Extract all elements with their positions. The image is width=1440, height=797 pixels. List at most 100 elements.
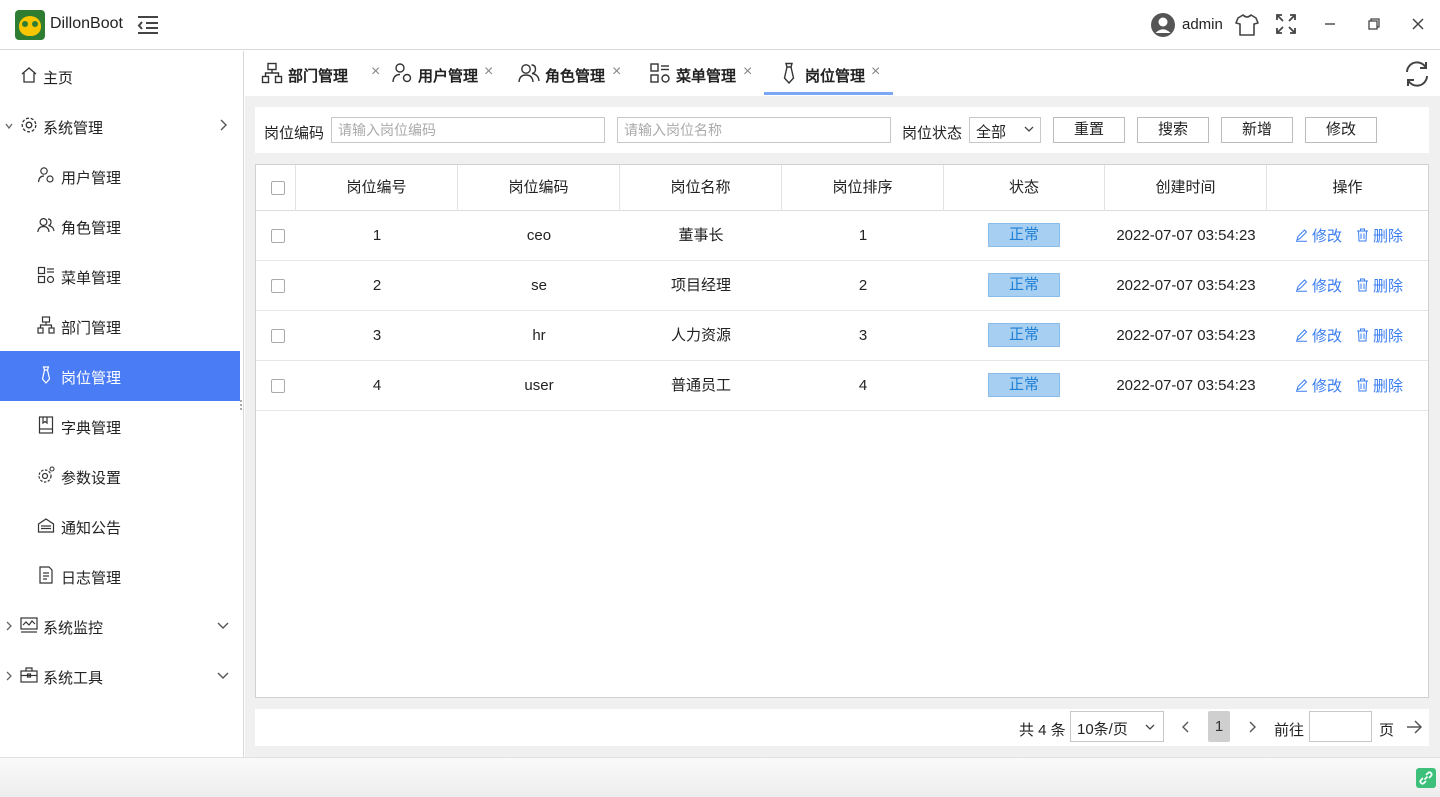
tab-close-icon[interactable]: × <box>484 64 496 80</box>
user-gear-icon <box>392 63 412 83</box>
table-row: 1 ceo 董事长 1 正常 2022-07-07 03:54:23 修改 删除 <box>256 211 1428 261</box>
delete-label: 删除 <box>1373 228 1404 245</box>
log-file-icon <box>39 566 53 584</box>
cell-post-sort: 1 <box>858 227 868 244</box>
sidebar-item-dict[interactable]: 字典管理 <box>0 401 240 451</box>
reset-button[interactable]: 重置 <box>1053 117 1125 143</box>
post-name-input[interactable] <box>617 117 891 143</box>
trash-icon <box>1357 378 1368 392</box>
table-row: 4 user 普通员工 4 正常 2022-07-07 03:54:23 修改 … <box>256 361 1428 411</box>
row-checkbox[interactable] <box>271 329 285 343</box>
row-checkbox[interactable] <box>271 229 285 243</box>
sidebar-item-depts[interactable]: 部门管理 <box>0 301 240 351</box>
tab-depts[interactable]: 部门管理 × <box>261 51 380 95</box>
sidebar-item-label: 字典管理 <box>61 420 122 437</box>
users-icon <box>37 217 55 233</box>
status-badge: 正常 <box>988 373 1060 397</box>
row-checkbox[interactable] <box>271 379 285 393</box>
chevron-down-icon <box>5 123 13 130</box>
sidebar-item-label: 用户管理 <box>61 170 122 187</box>
tab-close-icon[interactable]: × <box>371 64 383 80</box>
delete-label: 删除 <box>1373 378 1404 395</box>
cell-post-name: 普通员工 <box>670 377 731 394</box>
tab-roles[interactable]: 角色管理 × <box>518 51 633 95</box>
tab-menus[interactable]: 菜单管理 × <box>649 51 764 95</box>
cell-post-id: 3 <box>372 327 382 344</box>
chevron-down-icon <box>217 672 229 679</box>
total-count: 共 4 条 <box>1019 722 1066 739</box>
status-badge: 正常 <box>988 323 1060 347</box>
search-button[interactable]: 搜索 <box>1137 117 1209 143</box>
sidebar-item-system[interactable]: 系统管理 <box>0 101 240 151</box>
sidebar-item-roles[interactable]: 角色管理 <box>0 201 240 251</box>
row-delete-link[interactable]: 删除 <box>1356 225 1403 246</box>
sidebar-item-label: 系统监控 <box>43 620 104 637</box>
app-name: DillonBoot <box>50 15 123 32</box>
tab-posts[interactable]: 岗位管理 × <box>764 51 893 95</box>
prev-page-icon[interactable] <box>1179 719 1193 735</box>
cell-post-code: se <box>531 277 547 294</box>
edit-label: 修改 <box>1312 228 1343 245</box>
sidebar-resize-handle[interactable] <box>239 398 243 412</box>
row-delete-link[interactable]: 删除 <box>1356 325 1403 346</box>
refresh-icon[interactable] <box>1402 59 1432 89</box>
edit-button[interactable]: 修改 <box>1305 117 1377 143</box>
toolbox-icon <box>20 667 38 683</box>
next-page-icon[interactable] <box>1245 719 1259 735</box>
sidebar-item-posts[interactable]: 岗位管理 <box>0 351 240 401</box>
menu-grid-icon <box>37 266 55 284</box>
minimize-icon[interactable] <box>1320 12 1340 36</box>
row-delete-link[interactable]: 删除 <box>1356 275 1403 296</box>
sidebar-item-monitor[interactable]: 系统监控 <box>0 601 240 651</box>
header-post-name: 岗位名称 <box>620 165 782 211</box>
page-size-select[interactable]: 10条/页 <box>1070 711 1164 742</box>
restore-icon[interactable] <box>1364 12 1384 36</box>
sidebar-item-notice[interactable]: 通知公告 <box>0 501 240 551</box>
sidebar-item-home[interactable]: 主页 <box>0 51 240 101</box>
row-delete-link[interactable]: 删除 <box>1356 375 1403 396</box>
menu-collapse-icon[interactable] <box>135 12 161 38</box>
row-checkbox[interactable] <box>271 279 285 293</box>
app-logo <box>15 10 45 40</box>
goto-page-input[interactable] <box>1309 711 1372 742</box>
post-status-select[interactable]: 全部 <box>969 117 1041 143</box>
theme-shirt-icon[interactable] <box>1234 12 1260 38</box>
gear-icon <box>21 117 37 133</box>
sidebar-item-logs[interactable]: 日志管理 <box>0 551 240 601</box>
add-button[interactable]: 新增 <box>1221 117 1293 143</box>
footer <box>0 757 1440 797</box>
user-name[interactable]: admin <box>1182 16 1223 33</box>
row-edit-link[interactable]: 修改 <box>1295 225 1342 246</box>
sidebar-item-params[interactable]: 参数设置 <box>0 451 240 501</box>
tab-users[interactable]: 用户管理 × <box>391 51 506 95</box>
post-table: 岗位编号 岗位编码 岗位名称 岗位排序 状态 创建时间 操作 1 ceo 董事长… <box>255 164 1429 698</box>
sidebar-item-menus[interactable]: 菜单管理 <box>0 251 240 301</box>
sidebar: 主页 系统管理 用户管理 角色管理 菜单管理 部门管理 岗位管理 字典管理 参数… <box>0 51 244 757</box>
row-edit-link[interactable]: 修改 <box>1295 325 1342 346</box>
arrow-right-icon[interactable] <box>1405 718 1423 736</box>
chevron-right-icon <box>6 621 12 631</box>
select-all-checkbox[interactable] <box>271 181 285 195</box>
row-edit-link[interactable]: 修改 <box>1295 275 1342 296</box>
goto-label: 前往 <box>1274 722 1305 739</box>
edit-label: 修改 <box>1312 378 1343 395</box>
cell-post-sort: 2 <box>858 277 868 294</box>
post-code-input[interactable] <box>331 117 605 143</box>
user-avatar-icon[interactable] <box>1150 12 1176 38</box>
chevron-down-icon <box>1024 126 1034 132</box>
link-icon[interactable] <box>1416 768 1436 788</box>
tab-label: 用户管理 <box>418 68 479 85</box>
fullscreen-icon[interactable] <box>1274 12 1298 36</box>
pencil-icon <box>1296 279 1308 292</box>
sidebar-item-users[interactable]: 用户管理 <box>0 151 240 201</box>
tab-close-icon[interactable]: × <box>871 64 883 80</box>
tab-close-icon[interactable]: × <box>743 64 755 80</box>
tab-close-icon[interactable]: × <box>612 64 624 80</box>
row-edit-link[interactable]: 修改 <box>1295 375 1342 396</box>
user-gear-icon <box>37 167 54 183</box>
page-number-current[interactable]: 1 <box>1208 711 1230 742</box>
edit-label: 修改 <box>1312 328 1343 345</box>
trash-icon <box>1357 278 1368 292</box>
sidebar-item-tools[interactable]: 系统工具 <box>0 651 240 701</box>
close-icon[interactable] <box>1408 12 1428 36</box>
